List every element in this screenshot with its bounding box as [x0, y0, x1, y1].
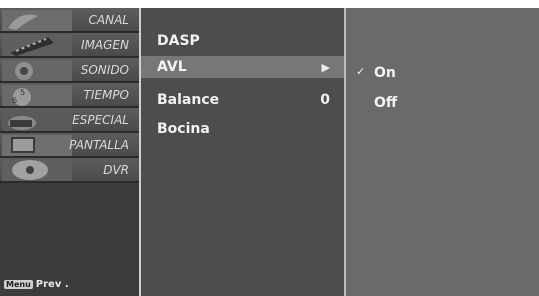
- menu-item-avl[interactable]: AVL ▶: [141, 56, 344, 78]
- menu-item-dasp[interactable]: DASP: [141, 30, 344, 52]
- tab-label: SONIDO: [80, 63, 129, 77]
- tab-dvr[interactable]: DVR: [0, 158, 139, 183]
- tab-sonido[interactable]: SONIDO: [0, 58, 139, 83]
- balance-value: 0: [320, 92, 330, 108]
- option-label: Off: [374, 95, 398, 111]
- submenu-arrow-icon: ▶: [321, 61, 330, 74]
- tab-imagen[interactable]: IMAGEN: [0, 33, 139, 58]
- option-label: On: [374, 65, 396, 81]
- prev-hint: Menu Prev .: [4, 279, 69, 290]
- menu-item-label: AVL: [157, 59, 187, 75]
- tab-label: CANAL: [88, 13, 129, 27]
- tab-label: ESPECIAL: [72, 113, 129, 127]
- tab-pantalla[interactable]: PANTALLA: [0, 133, 139, 158]
- tab-canal[interactable]: CANAL: [0, 8, 139, 33]
- menu-item-label: DASP: [157, 33, 200, 49]
- speaker-icon: [2, 60, 72, 81]
- screen-icon: [2, 135, 72, 156]
- svg-text:5: 5: [20, 88, 25, 97]
- film-strip-icon: [2, 35, 72, 56]
- menu-key-badge: Menu: [4, 279, 33, 289]
- clock-icon: 6 5: [2, 85, 72, 106]
- tab-label: TIEMPO: [83, 88, 130, 102]
- tab-label: DVR: [103, 163, 129, 177]
- prev-label: Prev .: [35, 279, 69, 290]
- audio-settings-menu: DASP AVL ▶ Balance 0 Bocina: [141, 8, 346, 296]
- menu-item-label: Balance: [157, 92, 220, 108]
- tab-especial[interactable]: ESPECIAL: [0, 108, 139, 133]
- special-icon: [2, 110, 72, 131]
- menu-item-balance[interactable]: Balance 0: [141, 89, 344, 111]
- category-tab-column: CANAL IMAGEN SONIDO 6 5 TIEMPO ESPECIAL …: [0, 8, 141, 296]
- svg-text:6: 6: [12, 96, 17, 105]
- tab-label: IMAGEN: [81, 38, 129, 52]
- satellite-dish-icon: [2, 10, 72, 31]
- menu-item-label: Bocina: [157, 121, 210, 137]
- menu-item-bocina[interactable]: Bocina: [141, 118, 344, 140]
- option-on[interactable]: ✓ On: [356, 62, 506, 84]
- avl-submenu: ✓ On Off: [346, 8, 539, 296]
- option-off[interactable]: Off: [356, 92, 506, 114]
- check-icon: ✓: [356, 65, 366, 78]
- disc-icon: [2, 160, 72, 181]
- tab-label: PANTALLA: [69, 138, 129, 152]
- tab-tiempo[interactable]: 6 5 TIEMPO: [0, 83, 139, 108]
